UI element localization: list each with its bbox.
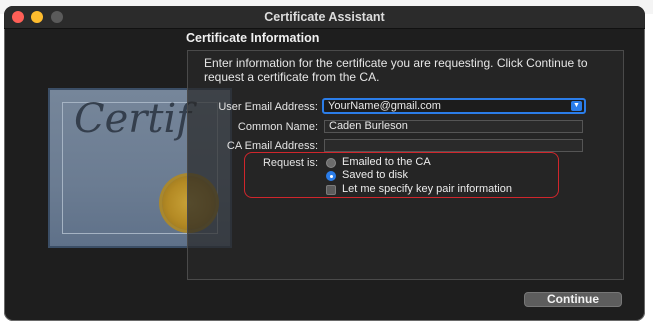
user-email-value: YourName@gmail.com <box>328 100 441 112</box>
saved-to-disk-radio[interactable] <box>326 171 336 181</box>
emailed-to-ca-label[interactable]: Emailed to the CA <box>342 156 431 168</box>
certificate-script-art: Certif <box>74 96 192 142</box>
section-title: Certificate Information <box>186 31 320 45</box>
common-name-value: Caden Burleson <box>329 120 408 132</box>
saved-to-disk-label[interactable]: Saved to disk <box>342 169 408 181</box>
emailed-to-ca-radio[interactable] <box>326 158 336 168</box>
title-bar: Certificate Assistant <box>4 6 645 29</box>
ca-email-field[interactable] <box>324 139 583 152</box>
key-pair-checkbox[interactable] <box>326 185 336 195</box>
instructions-text: Enter information for the certificate yo… <box>204 56 588 84</box>
user-email-combo[interactable]: YourName@gmail.com ▼ <box>322 98 586 114</box>
window-title: Certificate Assistant <box>264 10 385 24</box>
request-is-label: Request is: <box>262 157 318 169</box>
user-email-label: User Email Address: <box>218 101 318 113</box>
chevron-down-icon[interactable]: ▼ <box>571 101 582 111</box>
key-pair-label[interactable]: Let me specify key pair information <box>342 183 512 195</box>
ca-email-label: CA Email Address: <box>226 140 318 152</box>
continue-button[interactable]: Continue <box>524 292 622 307</box>
common-name-field[interactable]: Caden Burleson <box>324 120 583 133</box>
common-name-label: Common Name: <box>237 121 318 133</box>
